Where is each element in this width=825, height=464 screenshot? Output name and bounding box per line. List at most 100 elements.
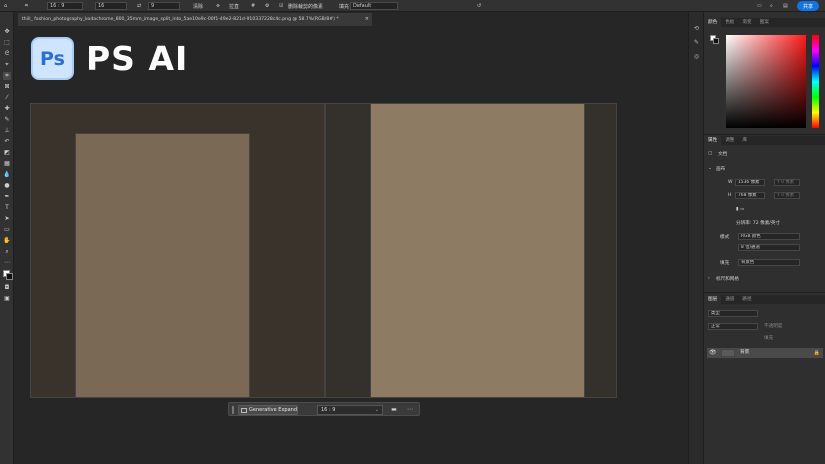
rectangle-tool-icon[interactable]: ▭	[3, 226, 11, 234]
move-tool-icon[interactable]: ✥	[3, 28, 11, 36]
share-button[interactable]: 共享	[797, 1, 819, 11]
comments-panel-icon[interactable]: ✎	[692, 38, 701, 47]
tab-swatches[interactable]: 色板	[721, 18, 738, 27]
gradient-tool-icon[interactable]: ▦	[3, 160, 11, 168]
layers-panel-tabs: 图层 通道 路径	[704, 295, 825, 304]
layout-icon[interactable]: ▤	[783, 2, 788, 10]
workspace-icon[interactable]: ▭	[757, 2, 762, 10]
crop-tool-icon[interactable]: ⌗	[3, 72, 11, 80]
gear-icon[interactable]: ⚙	[265, 2, 269, 10]
close-tab-icon[interactable]: ×	[365, 13, 369, 26]
color-mode-select[interactable]: RGB 颜色	[738, 233, 800, 240]
canvas-image-left[interactable]	[30, 103, 325, 398]
tab-channels[interactable]: 通道	[721, 295, 738, 304]
canvas-width-input[interactable]: 1536 像素	[735, 179, 765, 186]
frame-tool-icon[interactable]: ⊠	[3, 83, 11, 91]
aspect-ratio-select[interactable]: 16 : 9 ⌄	[317, 405, 383, 415]
canvas-fill-select[interactable]: 背景色	[738, 259, 800, 266]
history-brush-tool-icon[interactable]: ↶	[3, 138, 11, 146]
canvas-x-input[interactable]: Y 0 像素	[774, 179, 800, 186]
model-figure-right-placeholder	[370, 103, 585, 398]
home-icon[interactable]: ⌂	[4, 2, 7, 10]
ratio-preset-select[interactable]: 16 : 9	[47, 2, 83, 10]
resolution-label: 分辨率: 72 像素/英寸	[736, 221, 781, 226]
fill-select[interactable]: Default	[350, 2, 398, 10]
taskbar-settings-icon[interactable]: ▬	[389, 405, 399, 415]
screen-mode-icon[interactable]: ▣	[3, 295, 11, 303]
color-picker-field[interactable]	[726, 35, 806, 128]
stamp-tool-icon[interactable]: ⊥	[3, 127, 11, 135]
tab-libraries[interactable]: 库	[738, 136, 751, 145]
rulers-section-chevron-icon[interactable]: ›	[708, 276, 710, 281]
opacity-label: 不透明度	[764, 324, 783, 329]
search-icon[interactable]: ⌕	[770, 2, 773, 10]
ps-ai-title: PS AI	[86, 39, 189, 78]
right-panels: 颜色 色板 渐变 图案 属性 调整 库 ▢ 文档 ⌄ 画布 W 1536 像素 …	[703, 12, 825, 464]
grid-overlay-icon[interactable]: #	[251, 2, 255, 10]
straighten-icon[interactable]: ⌯	[216, 2, 220, 10]
lock-icon[interactable]: 🔒	[814, 348, 820, 358]
path-select-tool-icon[interactable]: ➤	[3, 215, 11, 223]
background-color-swatch[interactable]	[6, 273, 13, 280]
canvas-y-input[interactable]: Y 0 像素	[774, 192, 800, 199]
zoom-tool-icon[interactable]: ⌕	[3, 248, 11, 256]
swap-icon[interactable]: ⇄	[137, 2, 141, 10]
background-swatch[interactable]	[713, 38, 719, 44]
marquee-tool-icon[interactable]: ⬚	[3, 39, 11, 47]
more-options-icon[interactable]: ⋯	[405, 405, 415, 415]
dodge-tool-icon[interactable]: ●	[3, 182, 11, 190]
blur-tool-icon[interactable]: 💧	[3, 171, 11, 179]
type-tool-icon[interactable]: T	[3, 204, 11, 212]
document-icon: ▢	[708, 151, 713, 156]
pen-tool-icon[interactable]: ✒	[3, 193, 11, 201]
eye-icon[interactable]: 👁	[709, 349, 717, 357]
straighten-button[interactable]: 拉直	[229, 2, 239, 10]
canvas-height-input[interactable]: 768 像素	[735, 192, 765, 199]
delete-cropped-checkbox[interactable]: ☑	[279, 2, 283, 10]
hand-tool-icon[interactable]: ✋	[3, 237, 11, 245]
layer-row[interactable]: 👁 背景 🔒	[707, 348, 823, 358]
healing-tool-icon[interactable]: ✚	[3, 105, 11, 113]
canvas-section-title: 画布	[716, 167, 726, 172]
height-label: H	[728, 193, 732, 198]
eraser-tool-icon[interactable]: ◩	[3, 149, 11, 157]
more-tools-icon[interactable]: ⋯	[3, 259, 11, 267]
reset-icon[interactable]: ↺	[477, 2, 481, 10]
chevron-down-icon: ⌄	[374, 407, 379, 413]
canvas-section-chevron-icon[interactable]: ⌄	[708, 166, 712, 171]
taskbar-drag-handle[interactable]	[232, 406, 234, 414]
tab-gradients[interactable]: 渐变	[738, 18, 755, 27]
photoshop-window: ⌂ ⌗ 16 : 9 16 ⇄ 9 清除 ⌯ 拉直 # ⚙ ☑ 删除裁剪的像素 …	[0, 0, 825, 464]
quick-mask-icon[interactable]: ◘	[3, 284, 11, 292]
clear-button[interactable]: 清除	[193, 2, 203, 10]
blend-mode-select[interactable]: 正常	[708, 323, 758, 330]
width-label: W	[728, 180, 733, 185]
height-ratio-input[interactable]: 9	[148, 2, 180, 10]
tab-color[interactable]: 颜色	[704, 18, 722, 27]
layer-name: 背景	[740, 350, 750, 355]
hue-slider[interactable]	[812, 35, 819, 128]
tab-properties[interactable]: 属性	[704, 136, 722, 145]
document-tab[interactable]: thill_ fashion_photography_kodachrome_80…	[18, 13, 372, 26]
tab-layers[interactable]: 图层	[704, 295, 722, 304]
tab-patterns[interactable]: 图案	[756, 18, 773, 27]
bit-depth-select[interactable]: 8 位/通道	[738, 244, 800, 251]
document-label: 文档	[718, 152, 728, 157]
tab-paths[interactable]: 路径	[738, 295, 755, 304]
generative-expand-button[interactable]: Generative Expand	[238, 405, 298, 415]
canvas-image-right[interactable]	[325, 103, 617, 398]
lasso-tool-icon[interactable]: ᘓ	[3, 50, 11, 58]
fg-bg-swatches[interactable]	[710, 35, 719, 44]
eyedropper-tool-icon[interactable]: ⁄	[3, 94, 11, 102]
object-select-tool-icon[interactable]: ⌖	[3, 61, 11, 69]
fill-label: 填充	[720, 261, 730, 266]
history-panel-icon[interactable]: ⟲	[692, 24, 701, 33]
tab-adjustments[interactable]: 调整	[721, 136, 738, 145]
aspect-ratio-value: 16 : 9	[321, 407, 336, 413]
brush-tool-icon[interactable]: ✎	[3, 116, 11, 124]
layer-kind-filter[interactable]: 类型	[708, 310, 758, 317]
brush-panel-icon[interactable]: ◎	[692, 52, 701, 61]
orientation-icons[interactable]: ▮ ▭	[736, 207, 744, 212]
width-ratio-input[interactable]: 16	[95, 2, 127, 10]
crop-tool-icon[interactable]: ⌗	[25, 2, 28, 10]
